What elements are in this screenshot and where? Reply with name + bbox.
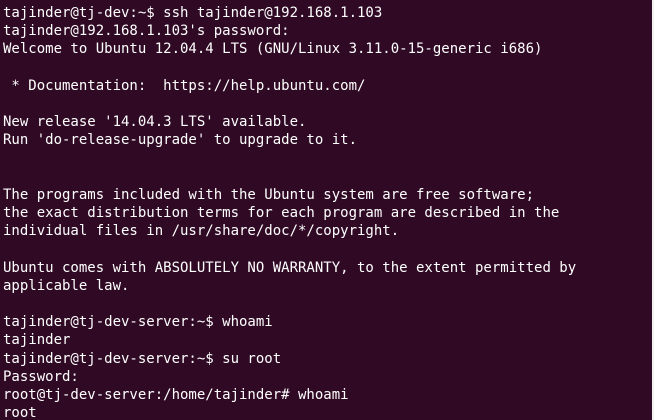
terminal-line-license-2: the exact distribution terms for each pr… bbox=[3, 205, 560, 222]
terminal-line-documentation: * Documentation: https://help.ubuntu.com… bbox=[3, 77, 366, 94]
terminal-window[interactable]: tajinder@tj-dev:~$ ssh tajinder@192.168.… bbox=[0, 0, 654, 420]
terminal-line-whoami-command: tajinder@tj-dev-server:~$ whoami bbox=[3, 314, 273, 331]
terminal-line-root-whoami-output: root bbox=[3, 405, 37, 420]
terminal-line-license-1: The programs included with the Ubuntu sy… bbox=[3, 186, 535, 203]
terminal-line-license-3: individual files in /usr/share/doc/*/cop… bbox=[3, 223, 400, 240]
terminal-line-ssh-command: tajinder@tj-dev:~$ ssh tajinder@192.168.… bbox=[3, 5, 383, 21]
terminal-line-upgrade-hint: Run 'do-release-upgrade' to upgrade to i… bbox=[3, 132, 358, 149]
terminal-line-welcome: Welcome to Ubuntu 12.04.4 LTS (GNU/Linux… bbox=[3, 41, 543, 58]
terminal-line-su-password: Password: bbox=[3, 368, 79, 385]
terminal-line-su-command: tajinder@tj-dev-server:~$ su root bbox=[3, 350, 282, 367]
terminal-line-warranty-2: applicable law. bbox=[3, 277, 130, 294]
terminal-line-whoami-output: tajinder bbox=[3, 332, 71, 349]
terminal-line-password-prompt: tajinder@192.168.1.103's password: bbox=[3, 23, 290, 40]
terminal-line-warranty-1: Ubuntu comes with ABSOLUTELY NO WARRANTY… bbox=[3, 259, 577, 276]
terminal-line-root-whoami-command: root@tj-dev-server:/home/tajinder# whoam… bbox=[3, 386, 349, 403]
terminal-line-new-release: New release '14.04.3 LTS' available. bbox=[3, 114, 307, 131]
